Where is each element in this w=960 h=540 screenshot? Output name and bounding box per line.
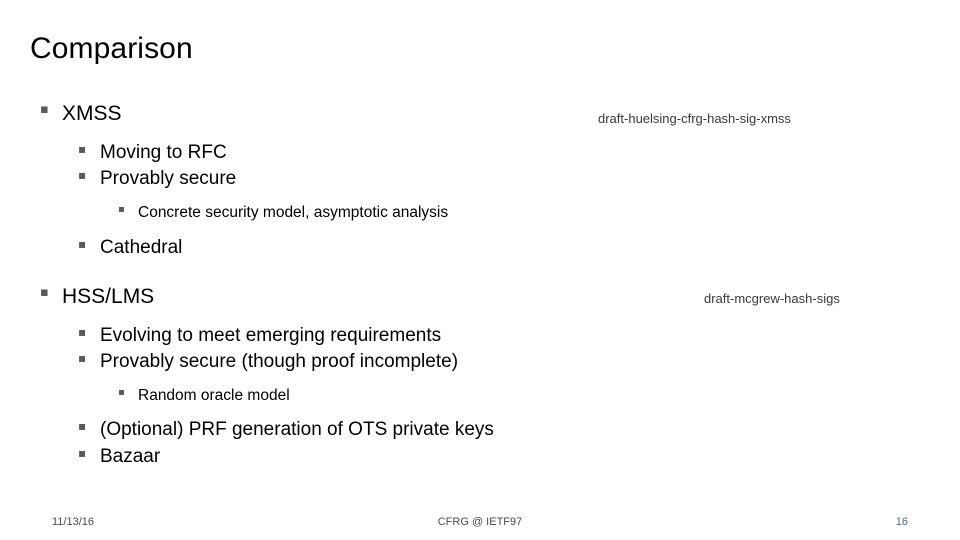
bullet-text: Random oracle model [138, 387, 290, 404]
bullet-item-provably-secure-incomplete: ▪ Provably secure (though proof incomple… [30, 349, 930, 375]
bullet-glyph-icon: ▪ [78, 350, 87, 365]
bullet-item-xmss: ▪ XMSS [30, 100, 930, 128]
bullet-item-provably-secure: ▪ Provably secure [30, 166, 930, 192]
bullet-text: Provably secure (though proof incomplete… [100, 350, 459, 372]
bullet-glyph-icon: ▪ [78, 141, 87, 156]
bullet-glyph-icon: ▪ [78, 324, 87, 339]
bullet-glyph-icon: ▪ [78, 419, 87, 434]
bullet-item-cathedral: ▪ Cathedral [30, 235, 930, 261]
footer-page-number: 16 [895, 516, 908, 528]
bullet-item-moving-to-rfc: ▪ Moving to RFC [30, 140, 930, 166]
bullet-item-concrete-security-model: ▪ Concrete security model, asymptotic an… [30, 202, 930, 224]
bullet-text: Evolving to meet emerging requirements [100, 324, 442, 346]
bullet-glyph-icon: ▪ [40, 284, 49, 300]
footer-center-text: CFRG @ IETF97 [437, 516, 523, 528]
slide-body: ▪ XMSS ▪ Moving to RFC ▪ Provably secure… [30, 100, 930, 470]
bullet-text: Bazaar [100, 445, 161, 467]
slide: Comparison ▪ XMSS ▪ Moving to RFC ▪ Prov… [0, 0, 960, 540]
bullet-glyph-icon: ▪ [78, 167, 87, 182]
bullet-item-random-oracle-model: ▪ Random oracle model [30, 385, 930, 407]
bullet-text: HSS/LMS [62, 284, 155, 308]
bullet-item-evolving: ▪ Evolving to meet emerging requirements [30, 323, 930, 349]
bullet-glyph-icon: ▪ [40, 102, 49, 117]
bullet-item-bazaar: ▪ Bazaar [30, 444, 930, 470]
bullet-glyph-icon: ▪ [78, 236, 87, 251]
bullet-glyph-icon: ▪ [118, 387, 125, 398]
bullet-glyph-icon: ▪ [118, 204, 125, 216]
bullet-text: Provably secure [100, 167, 237, 189]
bullet-text: (Optional) PRF generation of OTS private… [100, 419, 494, 441]
bullet-text: Concrete security model, asymptotic anal… [138, 204, 449, 222]
draft-label-xmss: draft-huelsing-cfrg-hash-sig-xmss [598, 111, 791, 126]
bullet-text: Moving to RFC [100, 141, 227, 163]
bullet-glyph-icon: ▪ [78, 445, 87, 460]
bullet-item-prf-generation: ▪ (Optional) PRF generation of OTS priva… [30, 417, 930, 443]
draft-label-hss-lms: draft-mcgrew-hash-sigs [704, 291, 840, 306]
bullet-text: Cathedral [100, 236, 183, 258]
bullet-text: XMSS [62, 102, 122, 125]
page-title: Comparison [30, 32, 193, 65]
